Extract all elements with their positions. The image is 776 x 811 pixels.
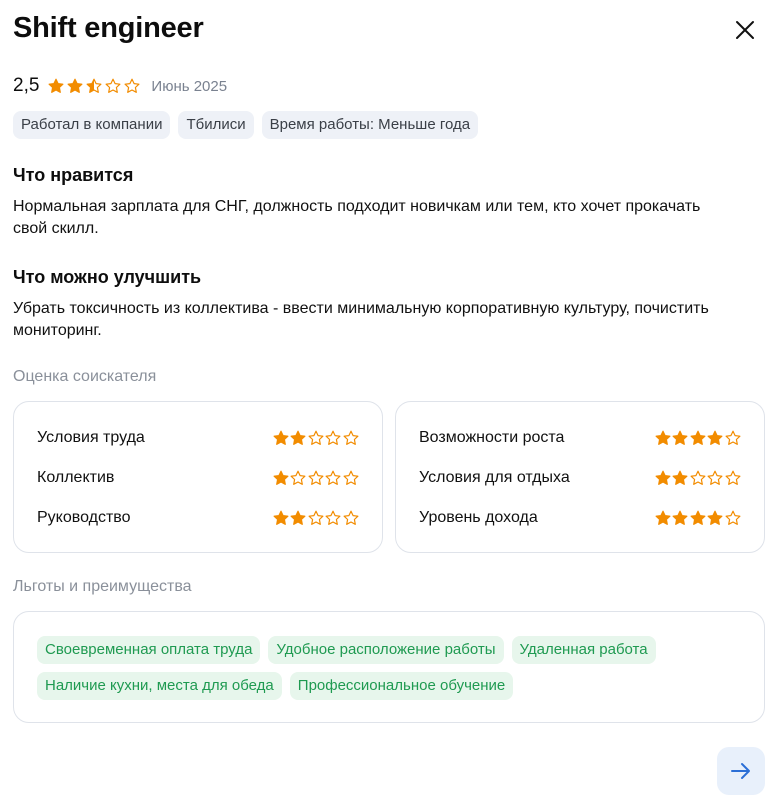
benefits-row: Наличие кухни, места для обеда Профессио… [37,672,521,700]
star-filled-icon [655,430,670,445]
improve-heading: Что можно улучшить [13,267,202,287]
star-filled-icon [672,430,688,445]
benefit-tag: Профессиональное обучение [289,672,514,700]
star-filled-icon [707,510,723,525]
criterion-label: Условия для отдыха [419,469,570,486]
review-tags: Работал в компании Тбилиси Время работы:… [13,111,486,139]
star-filled-icon [48,78,64,93]
star-filled-icon [690,510,705,525]
assessment-card-right: Возможности роста Условия для отдыха Уро… [395,401,765,553]
star-filled-icon [655,470,670,485]
criterion-stars [655,510,743,526]
rating-stars [48,78,143,94]
criterion-label: Возможности роста [419,429,565,446]
star-empty-icon [325,510,341,525]
close-button[interactable] [731,16,759,44]
star-filled-icon [273,470,288,485]
criterion-stars [655,470,743,486]
criterion-label: Уровень дохода [419,509,538,526]
star-filled-icon [290,510,306,525]
rating-row-team: Коллектив [37,468,360,488]
star-empty-icon [707,470,723,485]
star-filled-icon [672,470,688,485]
benefit-tag: Наличие кухни, места для обеда [37,672,282,700]
tag-employment: Работал в компании [13,111,171,139]
star-empty-icon [725,470,740,485]
star-filled-icon [273,430,288,445]
star-filled-icon [672,510,688,525]
likes-heading: Что нравится [13,165,134,185]
star-empty-icon [290,470,306,485]
star-filled-icon [690,430,705,445]
star-empty-icon [725,510,740,525]
close-icon [736,21,754,39]
star-empty-icon [343,430,358,445]
star-empty-icon [105,78,121,93]
star-filled-icon [655,510,670,525]
star-empty-icon [725,430,740,445]
next-review-button[interactable] [717,747,765,795]
criterion-stars [273,430,361,446]
rating-row-conditions: Условия труда [37,428,360,448]
rating-row-income: Уровень дохода [419,508,742,528]
star-empty-icon [343,470,358,485]
improve-text: Убрать токсичность из коллектива - ввест… [13,300,709,339]
star-half-icon [86,78,102,93]
benefits-card: Своевременная оплата труда Удобное распо… [13,611,765,723]
criterion-stars [655,430,743,446]
star-filled-icon [290,430,306,445]
star-empty-icon [343,510,358,525]
benefits-row: Своевременная оплата труда Удобное распо… [37,636,664,664]
page-title: Shift engineer [13,12,204,44]
benefit-tag: Удаленная работа [511,636,656,664]
tag-duration: Время работы: Меньше года [261,111,479,139]
arrow-right-icon [731,763,750,779]
review-date: Июнь 2025 [151,77,228,95]
criterion-label: Условия труда [37,429,145,446]
star-empty-icon [308,430,323,445]
star-empty-icon [124,78,140,93]
benefit-tag: Удобное расположение работы [268,636,504,664]
benefit-tag: Своевременная оплата труда [37,636,261,664]
benefits-heading: Льготы и преимущества [13,578,192,595]
star-empty-icon [690,470,705,485]
rating-value: 2,5 [13,75,40,96]
star-filled-icon [67,78,83,93]
rating-summary: 2,5 Июнь 2025 [13,74,227,98]
criterion-stars [273,470,361,486]
criterion-label: Коллектив [37,469,115,486]
rating-row-growth: Возможности роста [419,428,742,448]
star-empty-icon [308,470,323,485]
criterion-stars [273,510,361,526]
star-empty-icon [325,430,341,445]
star-filled-icon [273,510,288,525]
assessment-heading: Оценка соискателя [13,368,157,385]
rating-row-rest: Условия для отдыха [419,468,742,488]
tag-city: Тбилиси [178,111,254,139]
star-empty-icon [325,470,341,485]
likes-text: Нормальная зарплата для СНГ, должность п… [13,198,701,237]
assessment-card-left: Условия труда Коллектив Руководство [13,401,383,553]
star-filled-icon [707,430,723,445]
star-empty-icon [308,510,323,525]
rating-row-management: Руководство [37,508,360,528]
criterion-label: Руководство [37,509,131,526]
